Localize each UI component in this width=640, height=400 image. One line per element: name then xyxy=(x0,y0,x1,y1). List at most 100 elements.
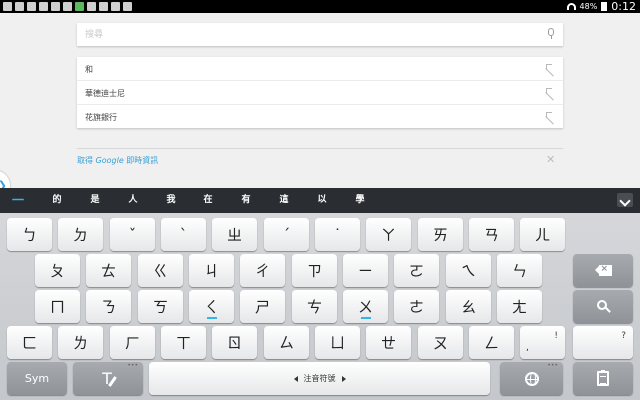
key[interactable]: ㄔ xyxy=(240,254,285,287)
key[interactable]: ㄦ xyxy=(520,218,565,251)
backspace-key[interactable]: × xyxy=(573,254,633,287)
punctuation-main: , xyxy=(526,343,529,353)
key[interactable]: ˇ xyxy=(110,218,155,251)
key[interactable]: ˙ xyxy=(315,218,360,251)
key[interactable]: ㄋ xyxy=(86,290,131,323)
search-input[interactable] xyxy=(85,27,525,42)
suggestion-item[interactable]: 花旗銀行 xyxy=(77,105,563,129)
clock: 0:12 xyxy=(611,0,636,13)
key[interactable]: ㄑ xyxy=(189,290,234,323)
system-icons: 48% 0:12 xyxy=(566,0,636,13)
candidate-item[interactable]: 學 xyxy=(350,188,370,213)
space-key[interactable]: 注音符號 xyxy=(149,362,490,395)
key[interactable]: ㄧ xyxy=(343,254,388,287)
wifi-icon xyxy=(566,3,576,10)
punctuation-alt: ! xyxy=(554,331,558,341)
clipboard-icon xyxy=(597,370,609,386)
language-key[interactable]: ••• xyxy=(500,362,563,395)
clipboard-key[interactable] xyxy=(573,362,633,395)
handwriting-icon: T xyxy=(102,369,117,388)
key[interactable]: ㄤ xyxy=(497,290,542,323)
more-dots: ••• xyxy=(547,362,558,369)
insert-query-arrow-icon[interactable] xyxy=(546,112,555,121)
key[interactable]: ㄕ xyxy=(240,290,285,323)
key[interactable]: ㄣ xyxy=(497,254,542,287)
key[interactable]: ㄗ xyxy=(292,254,337,287)
divider xyxy=(77,148,563,149)
key[interactable]: ㄙ xyxy=(264,326,309,359)
candidate-item[interactable]: 是 xyxy=(85,188,105,213)
google-now-link[interactable]: 取得 Google 即時資訊 xyxy=(77,155,158,166)
suggestion-item[interactable]: 華德迪士尼 xyxy=(77,81,563,105)
insert-query-arrow-icon[interactable] xyxy=(546,64,555,73)
key[interactable]: ㄓ xyxy=(212,218,257,251)
insert-query-arrow-icon[interactable] xyxy=(546,88,555,97)
key[interactable]: ㄒ xyxy=(161,326,206,359)
candidate-item[interactable]: 在 xyxy=(198,188,218,213)
right-arrow-icon xyxy=(341,375,346,382)
key[interactable]: ㄅ xyxy=(7,218,52,251)
close-icon[interactable]: ✕ xyxy=(546,154,556,165)
candidate-item[interactable]: 以 xyxy=(312,188,332,213)
key[interactable]: ㄏ xyxy=(110,326,155,359)
key[interactable]: ㄜ xyxy=(394,290,439,323)
key[interactable]: ㄇ xyxy=(35,290,80,323)
arrow-icon xyxy=(87,2,96,11)
key[interactable]: ㄐ xyxy=(189,254,234,287)
key[interactable]: ㄟ xyxy=(446,254,491,287)
suggestion-text: 和 xyxy=(85,65,93,74)
handwriting-key[interactable]: T ••• xyxy=(73,362,143,395)
key[interactable]: ㄍ xyxy=(138,254,183,287)
space-label: 注音符號 xyxy=(303,374,336,383)
candidate-item[interactable]: 這 xyxy=(274,188,294,213)
search-icon xyxy=(596,300,611,313)
candidate-item[interactable]: 的 xyxy=(47,188,67,213)
sym-key[interactable]: Sym xyxy=(7,362,67,395)
key[interactable]: ㄆ xyxy=(35,254,80,287)
key[interactable]: ㄥ xyxy=(469,326,514,359)
now-brand: Google xyxy=(95,156,124,165)
search-box xyxy=(77,23,563,46)
suggestion-list: 和 華德迪士尼 花旗銀行 xyxy=(77,57,563,128)
microphone-icon[interactable] xyxy=(547,28,555,41)
book-icon xyxy=(99,2,108,11)
notification-icons xyxy=(3,2,132,11)
key[interactable]: ㄡ xyxy=(418,326,463,359)
globe-icon xyxy=(524,371,539,386)
key[interactable]: ˋ xyxy=(161,218,206,251)
question-mark: ? xyxy=(621,331,626,341)
punctuation-key[interactable]: , ! xyxy=(520,326,565,359)
candidate-bar: 一 的 是 人 我 在 有 這 以 學 xyxy=(0,188,640,213)
candidate-item[interactable]: 人 xyxy=(123,188,143,213)
key[interactable]: ㄖ xyxy=(212,326,257,359)
key[interactable]: ㄎ xyxy=(138,290,183,323)
key[interactable]: ㄩ xyxy=(315,326,360,359)
app-icon xyxy=(63,2,72,11)
key[interactable]: ㄠ xyxy=(446,290,491,323)
sym-label: Sym xyxy=(24,372,50,385)
key[interactable]: ㄨ xyxy=(343,290,388,323)
key[interactable]: ㄚ xyxy=(366,218,411,251)
key[interactable]: ˊ xyxy=(264,218,309,251)
key[interactable]: ㄝ xyxy=(366,326,411,359)
key[interactable]: ㄈ xyxy=(7,326,52,359)
calendar-icon xyxy=(123,2,132,11)
candidate-first[interactable]: 一 xyxy=(8,188,28,213)
key[interactable]: ㄉ xyxy=(58,218,103,251)
key[interactable]: ㄌ xyxy=(58,326,103,359)
candidate-item[interactable]: 有 xyxy=(236,188,256,213)
suggestion-item[interactable]: 和 xyxy=(77,57,563,81)
candidate-item[interactable]: 我 xyxy=(161,188,181,213)
key[interactable]: ㄛ xyxy=(394,254,439,287)
key[interactable]: ㄊ xyxy=(86,254,131,287)
space-key-label-group: 注音符號 xyxy=(293,373,346,384)
expand-candidates-chevron-icon[interactable] xyxy=(617,193,633,207)
key[interactable]: ㄢ xyxy=(469,218,514,251)
key[interactable]: ㄞ xyxy=(418,218,463,251)
battery-percent: 48% xyxy=(579,2,598,11)
question-key[interactable]: ? xyxy=(573,326,633,359)
image-icon xyxy=(39,2,48,11)
key[interactable]: ㄘ xyxy=(292,290,337,323)
now-text-before: 取得 xyxy=(77,156,96,165)
search-key[interactable] xyxy=(573,290,633,323)
